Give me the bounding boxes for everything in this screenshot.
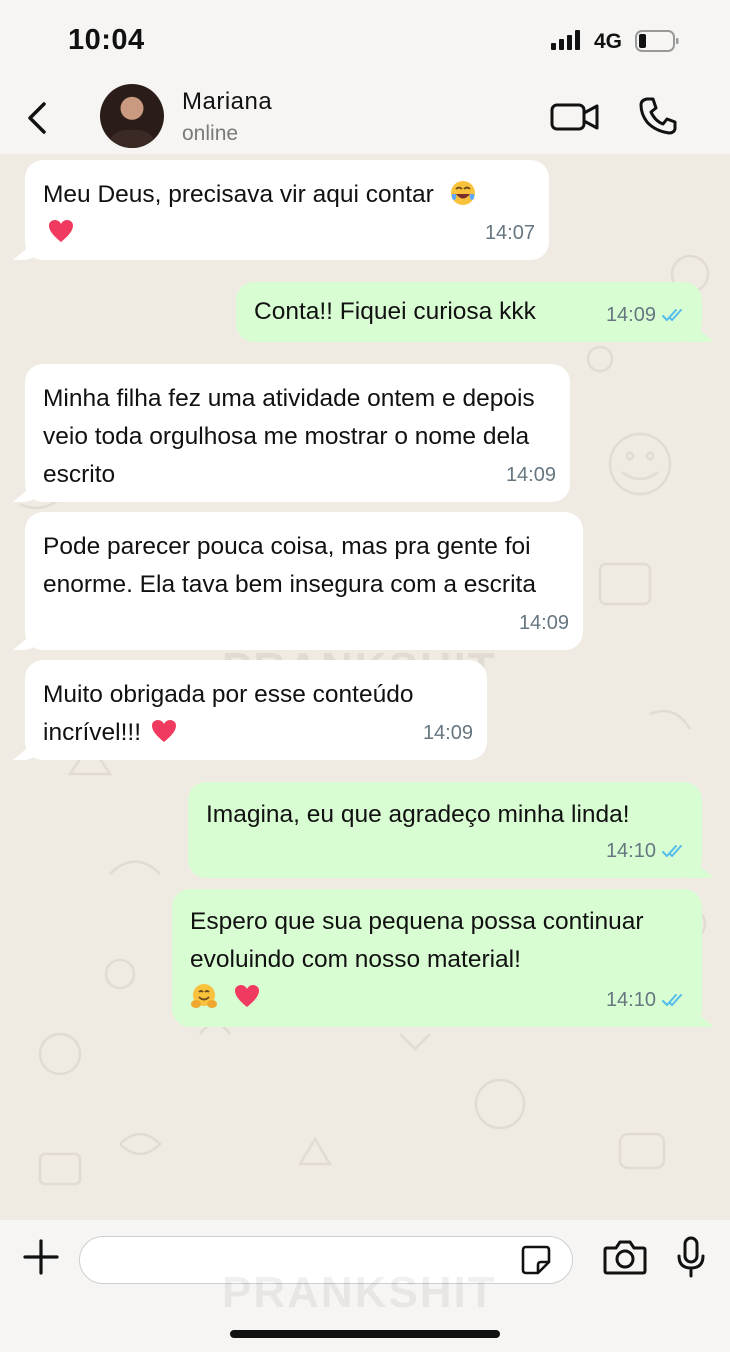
message-meta: 14:09 bbox=[519, 604, 569, 642]
home-indicator[interactable] bbox=[230, 1330, 500, 1338]
watermark: PRANKSHIT bbox=[222, 1268, 497, 1317]
message-meta: 14:09 bbox=[506, 456, 556, 494]
message-text: Pode parecer pouca coisa, mas pra gente … bbox=[43, 533, 536, 598]
status-bar: 10:04 4G bbox=[0, 0, 730, 80]
message-meta: 14:09 bbox=[606, 296, 688, 334]
plus-icon[interactable] bbox=[22, 1238, 60, 1276]
chat-header: Mariana online bbox=[0, 80, 730, 154]
sticker-icon[interactable] bbox=[520, 1244, 552, 1276]
message-bubble-incoming[interactable]: Muito obrigada por esse conteúdo incríve… bbox=[25, 660, 487, 760]
status-time: 10:04 bbox=[68, 24, 145, 56]
message-bubble-outgoing[interactable]: Conta!! Fiquei curiosa kkk 14:09 bbox=[236, 282, 702, 342]
battery-low-icon bbox=[635, 30, 679, 52]
network-type: 4G bbox=[594, 30, 623, 53]
contact-name[interactable]: Mariana bbox=[182, 88, 272, 116]
message-meta: 14:10 bbox=[606, 832, 688, 870]
message-text: Imagina, eu que agradeço minha linda! bbox=[206, 801, 630, 828]
message-composer: PRANKSHIT bbox=[0, 1220, 730, 1352]
message-time: 14:10 bbox=[605, 989, 656, 1011]
message-time: 14:10 bbox=[605, 840, 656, 862]
heart-emoji bbox=[49, 220, 73, 242]
message-time: 14:09 bbox=[422, 722, 473, 744]
message-text: Conta!! Fiquei curiosa kkk bbox=[254, 298, 536, 325]
contact-presence: online bbox=[182, 122, 239, 145]
message-bubble-outgoing[interactable]: Imagina, eu que agradeço minha linda! 14… bbox=[188, 782, 702, 878]
signal-bars-icon bbox=[551, 30, 580, 50]
avatar[interactable] bbox=[100, 84, 164, 148]
chat-area[interactable]: Meu Deus, precisava vir aqui contar 14:0… bbox=[0, 154, 730, 1220]
message-meta: 14:10 bbox=[606, 981, 688, 1019]
message-time: 14:09 bbox=[518, 612, 569, 634]
read-ticks-icon bbox=[662, 994, 682, 1006]
heart-emoji bbox=[151, 720, 176, 742]
read-ticks-icon bbox=[662, 309, 682, 321]
message-text: Muito obrigada por esse conteúdo incríve… bbox=[43, 681, 414, 746]
message-time: 14:09 bbox=[505, 464, 556, 486]
message-meta: 14:07 bbox=[485, 214, 535, 252]
hugging-face-emoji bbox=[191, 984, 217, 1008]
tears-of-joy-emoji bbox=[450, 181, 475, 205]
message-bubble-incoming[interactable]: Minha filha fez uma atividade ontem e de… bbox=[25, 364, 570, 502]
message-bubble-outgoing[interactable]: Espero que sua pequena possa continuar e… bbox=[172, 889, 702, 1027]
chevron-left-icon[interactable] bbox=[22, 100, 52, 136]
message-text: Minha filha fez uma atividade ontem e de… bbox=[43, 385, 535, 488]
microphone-icon[interactable] bbox=[676, 1236, 706, 1278]
phone-icon[interactable] bbox=[638, 96, 678, 136]
message-time: 14:07 bbox=[484, 222, 535, 244]
message-time: 14:09 bbox=[605, 304, 656, 326]
camera-icon[interactable] bbox=[603, 1238, 647, 1276]
message-text: Meu Deus, precisava vir aqui contar bbox=[43, 181, 434, 208]
message-meta: 14:09 bbox=[423, 714, 473, 752]
video-camera-icon[interactable] bbox=[550, 100, 600, 134]
heart-emoji bbox=[234, 985, 259, 1007]
read-ticks-icon bbox=[662, 845, 682, 857]
message-text: Espero que sua pequena possa continuar e… bbox=[190, 908, 644, 973]
message-bubble-incoming[interactable]: Meu Deus, precisava vir aqui contar 14:0… bbox=[25, 160, 549, 260]
message-bubble-incoming[interactable]: Pode parecer pouca coisa, mas pra gente … bbox=[25, 512, 583, 650]
